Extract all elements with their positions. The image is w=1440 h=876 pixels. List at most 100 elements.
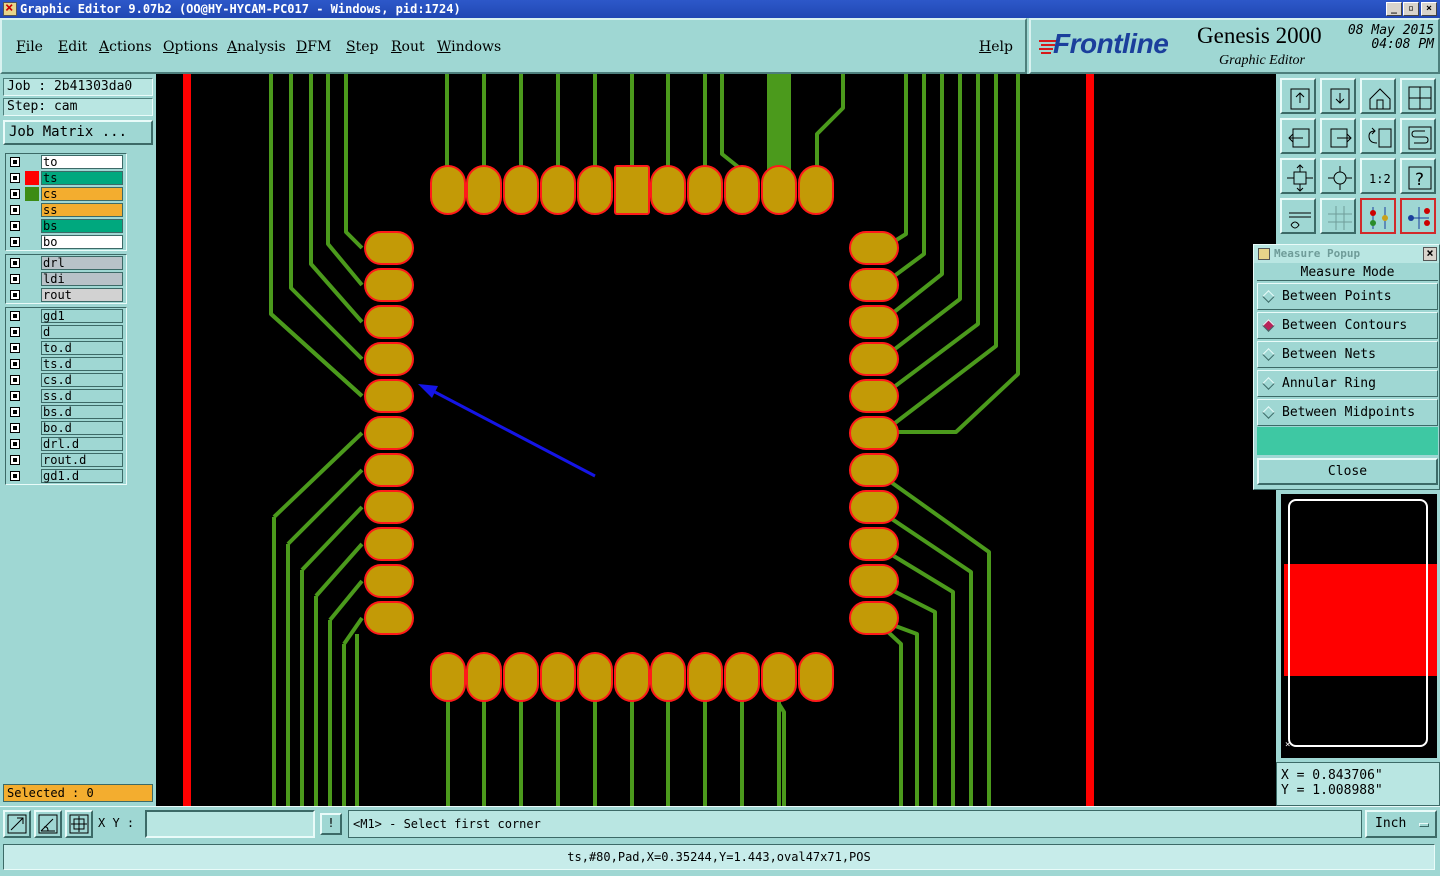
layer-row-bo[interactable]: bo	[6, 234, 126, 250]
zoom-down-button[interactable]	[1320, 78, 1356, 114]
layer-color-swatch[interactable]	[25, 357, 39, 371]
layer-color-button[interactable]	[1360, 198, 1396, 234]
menu-rout[interactable]: Rout	[391, 39, 425, 55]
layer-checkbox[interactable]	[10, 439, 20, 449]
layer-color-swatch[interactable]	[25, 325, 39, 339]
layer-name[interactable]: ldi	[41, 272, 123, 286]
measure-popup-close-icon[interactable]: ×	[1423, 247, 1437, 261]
layer-row-gd1[interactable]: gd1	[6, 308, 126, 324]
menu-windows[interactable]: Windows	[437, 39, 501, 55]
layer-checkbox[interactable]	[10, 290, 20, 300]
execute-button[interactable]: !	[320, 813, 342, 835]
layer-name[interactable]: bs	[41, 219, 123, 233]
layer-checkbox[interactable]	[10, 221, 20, 231]
overview-map[interactable]: ×	[1281, 494, 1437, 758]
layer-color-swatch[interactable]	[25, 256, 39, 270]
layer-checkbox[interactable]	[10, 237, 20, 247]
layer-row-ss[interactable]: ss	[6, 202, 126, 218]
layer-color-swatch[interactable]	[25, 405, 39, 419]
layer-checkbox[interactable]	[10, 471, 20, 481]
layer-name[interactable]: to.d	[41, 341, 123, 355]
layer-name[interactable]: ss.d	[41, 389, 123, 403]
layer-name[interactable]: ts.d	[41, 357, 123, 371]
layer-row-to[interactable]: to	[6, 154, 126, 170]
pan-left-button[interactable]	[1280, 118, 1316, 154]
menu-edit[interactable]: Edit	[58, 39, 87, 55]
layer-name[interactable]: d	[41, 325, 123, 339]
xy-input[interactable]	[145, 810, 315, 838]
job-matrix-button[interactable]: Job Matrix ...	[3, 120, 153, 145]
window-view-button[interactable]	[1400, 78, 1436, 114]
menu-file[interactable]: File	[16, 39, 43, 55]
layer-row-rout-d[interactable]: rout.d	[6, 452, 126, 468]
app-icon[interactable]	[3, 0, 17, 17]
layer-color-swatch[interactable]	[25, 288, 39, 302]
layer-color-swatch[interactable]	[25, 469, 39, 483]
layer-name[interactable]: ss	[41, 203, 123, 217]
layer-color-swatch[interactable]	[25, 309, 39, 323]
layer-row-cs-d[interactable]: cs.d	[6, 372, 126, 388]
layer-name[interactable]: rout	[41, 288, 123, 302]
layer-color-swatch[interactable]	[25, 235, 39, 249]
grid-toggle-button[interactable]	[1320, 198, 1356, 234]
layer-name[interactable]: bo.d	[41, 421, 123, 435]
menu-dfm[interactable]: DFM	[296, 39, 331, 55]
layer-row-drl-d[interactable]: drl.d	[6, 436, 126, 452]
layer-color-swatch[interactable]	[25, 341, 39, 355]
layer-checkbox[interactable]	[10, 455, 20, 465]
minimize-button[interactable]: _	[1386, 2, 1402, 16]
layer-row-to-d[interactable]: to.d	[6, 340, 126, 356]
undo-view-button[interactable]	[1360, 118, 1396, 154]
units-select[interactable]: Inch	[1365, 810, 1437, 838]
layer-name[interactable]: cs.d	[41, 373, 123, 387]
layer-color-swatch[interactable]	[25, 219, 39, 233]
net-color-button[interactable]	[1400, 198, 1436, 234]
layer-name[interactable]: drl.d	[41, 437, 123, 451]
redraw-button[interactable]	[1400, 118, 1436, 154]
layer-checkbox[interactable]	[10, 343, 20, 353]
measure-option-between-contours[interactable]: Between Contours	[1257, 312, 1438, 339]
layer-checkbox[interactable]	[10, 205, 20, 215]
layer-color-swatch[interactable]	[25, 389, 39, 403]
layer-name[interactable]: cs	[41, 187, 123, 201]
menu-help[interactable]: Help	[979, 39, 1013, 55]
layer-name[interactable]: bs.d	[41, 405, 123, 419]
menu-analysis[interactable]: Analysis	[227, 39, 286, 55]
layer-row-ldi[interactable]: ldi	[6, 271, 126, 287]
layer-row-bs[interactable]: bs	[6, 218, 126, 234]
layer-row-gd1-d[interactable]: gd1.d	[6, 468, 126, 484]
measure-option-annular-ring[interactable]: Annular Ring	[1257, 370, 1438, 397]
snap-center-button[interactable]	[65, 810, 93, 838]
layer-checkbox[interactable]	[10, 157, 20, 167]
measure-option-between-points[interactable]: Between Points	[1257, 283, 1438, 310]
layer-row-drl[interactable]: drl	[6, 255, 126, 271]
layer-color-swatch[interactable]	[25, 155, 39, 169]
layer-row-ts[interactable]: ts	[6, 170, 126, 186]
fit-zoom-button[interactable]	[1280, 158, 1316, 194]
layer-color-swatch[interactable]	[25, 203, 39, 217]
pan-right-button[interactable]	[1320, 118, 1356, 154]
layer-name[interactable]: gd1.d	[41, 469, 123, 483]
snap-angle-button[interactable]	[34, 810, 62, 838]
layer-checkbox[interactable]	[10, 258, 20, 268]
layer-color-swatch[interactable]	[25, 373, 39, 387]
layer-color-swatch[interactable]	[25, 171, 39, 185]
layer-checkbox[interactable]	[10, 375, 20, 385]
menu-options[interactable]: Options	[163, 39, 218, 55]
layer-row-rout[interactable]: rout	[6, 287, 126, 303]
layer-row-bs-d[interactable]: bs.d	[6, 404, 126, 420]
snap-grid-button[interactable]	[3, 810, 31, 838]
layer-color-swatch[interactable]	[25, 453, 39, 467]
layer-checkbox[interactable]	[10, 173, 20, 183]
layer-color-swatch[interactable]	[25, 421, 39, 435]
zoom-center-button[interactable]	[1320, 158, 1356, 194]
layer-name[interactable]: rout.d	[41, 453, 123, 467]
layer-checkbox[interactable]	[10, 311, 20, 321]
measure-option-between-midpoints[interactable]: Between Midpoints	[1257, 399, 1438, 426]
zoom-ratio-button[interactable]: 1:2	[1360, 158, 1396, 194]
help-tool-button[interactable]: ?	[1400, 158, 1436, 194]
layer-row-d[interactable]: d	[6, 324, 126, 340]
zoom-home-button[interactable]	[1280, 78, 1316, 114]
layer-row-cs[interactable]: cs	[6, 186, 126, 202]
layer-checkbox[interactable]	[10, 391, 20, 401]
